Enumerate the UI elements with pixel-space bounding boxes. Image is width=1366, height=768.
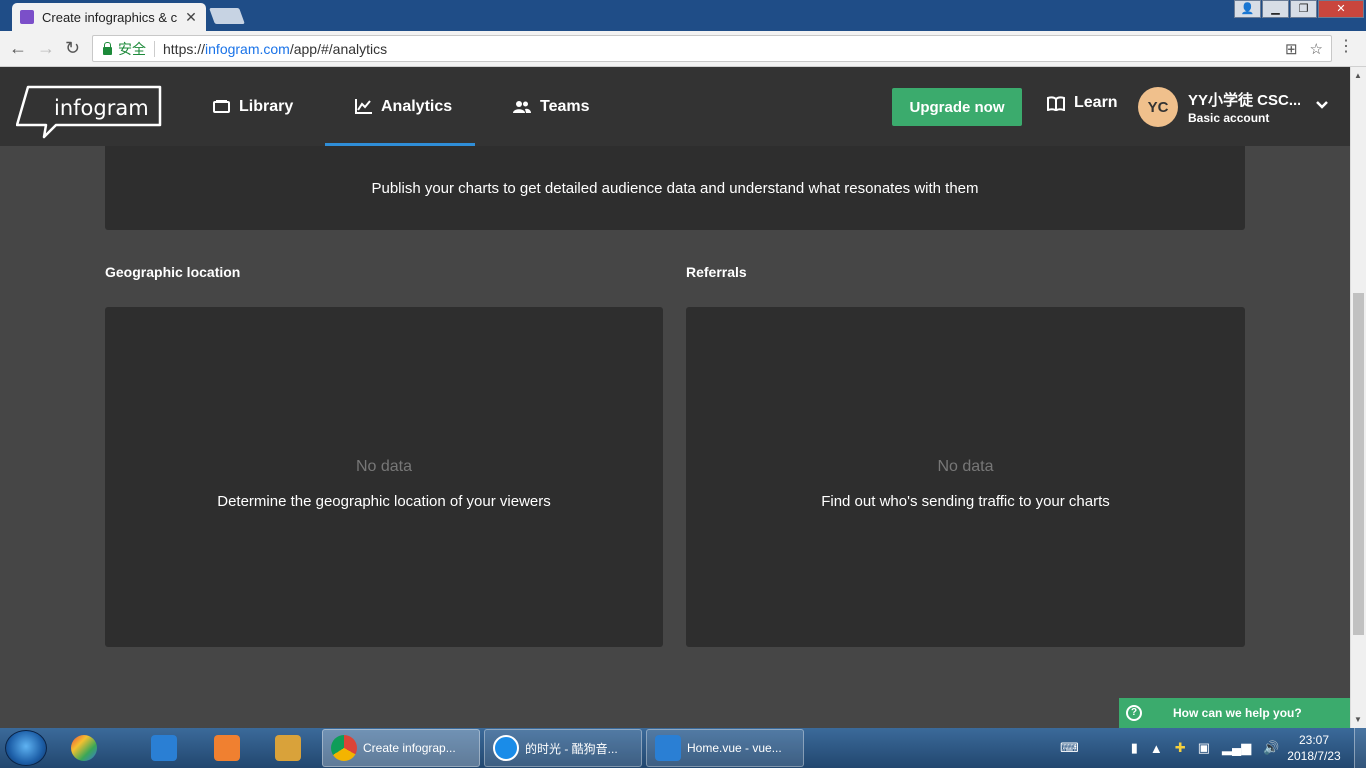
minimize-button[interactable]: ▁ (1262, 0, 1289, 18)
app-tray-icon[interactable]: ✚ (1175, 740, 1186, 756)
task-vscode[interactable]: Home.vue - vue... (646, 729, 804, 767)
network-icon[interactable]: ▂▄▆ (1222, 740, 1251, 756)
kugou-icon (493, 735, 519, 761)
system-clock[interactable]: 23:07 2018/7/23 (1278, 732, 1350, 764)
teams-icon (513, 100, 531, 113)
pinned-app-1[interactable] (62, 732, 106, 764)
avatar[interactable]: YC (1138, 87, 1178, 127)
omnibox-actions: ⊞ ☆ (1285, 40, 1323, 58)
clock-time: 23:07 (1298, 733, 1330, 747)
logo-text: infogram (54, 96, 149, 120)
new-tab-button[interactable] (209, 8, 245, 24)
secure-label: 安全 (118, 40, 146, 57)
forward-arrow-icon[interactable]: → (37, 39, 55, 57)
nav-library-label: Library (239, 97, 294, 115)
nav-analytics-label: Analytics (381, 97, 453, 115)
url-path: /app/#/analytics (289, 40, 388, 57)
library-icon (213, 100, 230, 113)
window-controls: 👤 ▁ ❐ ✕ (1233, 0, 1364, 18)
app-header: infogram Library Analytics Teams Upgrade… (0, 67, 1350, 147)
keyboard-icon[interactable]: ⌨ (1060, 740, 1079, 756)
chrome-icon (331, 735, 357, 761)
translate-icon[interactable]: ⊞ (1285, 40, 1298, 58)
xampp-icon (214, 735, 240, 761)
sublime-icon (275, 735, 301, 761)
windows-taskbar: Create infograp... 的时光 - 酷狗音... Home.vue… (0, 728, 1366, 768)
url-scheme: https:// (163, 40, 206, 57)
referrals-section-title: Referrals (686, 264, 747, 280)
task-chrome[interactable]: Create infograp... (322, 729, 480, 767)
clock-date: 2018/7/23 (1287, 749, 1341, 763)
pinned-app-3[interactable] (205, 732, 249, 764)
back-arrow-icon[interactable]: ← (9, 39, 27, 57)
close-window-button[interactable]: ✕ (1318, 0, 1364, 18)
browser-tab-active[interactable]: Create infographics & c ✕ (12, 3, 206, 31)
audience-panel: No data Publish your charts to get detai… (105, 146, 1245, 230)
geo-no-data: No data (355, 458, 413, 475)
bookmark-star-icon[interactable]: ☆ (1310, 40, 1323, 58)
geo-description: Determine the geographic location of you… (217, 493, 551, 510)
page-scrollbar[interactable]: ▲ ▼ (1350, 67, 1366, 728)
geo-section-title: Geographic location (105, 264, 241, 280)
device-icon[interactable]: ▣ (1198, 740, 1210, 756)
upgrade-now-button[interactable]: Upgrade now (892, 88, 1022, 126)
show-desktop-button[interactable] (1354, 728, 1366, 768)
task-vscode-label: Home.vue - vue... (687, 741, 782, 755)
audience-no-data: No data (105, 146, 1245, 155)
system-tray: ⌨ ▮ ▲ ✚ ▣ ▂▄▆ 🔊 (1060, 728, 1291, 768)
task-chrome-label: Create infograp... (363, 741, 456, 755)
volume-icon[interactable]: 🔊 (1263, 740, 1279, 756)
reload-icon[interactable]: ↻ (65, 39, 80, 57)
infogram-logo[interactable]: infogram (16, 85, 162, 141)
tab-close-icon[interactable]: ✕ (184, 9, 198, 26)
nav-teams[interactable]: Teams (513, 67, 590, 146)
scroll-down-icon[interactable]: ▼ (1354, 715, 1362, 724)
analytics-content: No data Publish your charts to get detai… (0, 146, 1350, 728)
learn-link[interactable]: Learn (1047, 94, 1118, 112)
analytics-icon (355, 99, 372, 114)
scroll-up-icon[interactable]: ▲ (1354, 71, 1362, 80)
chevron-down-icon[interactable] (1315, 100, 1329, 110)
geo-panel: No data Determine the geographic locatio… (105, 307, 663, 647)
book-icon (1047, 95, 1065, 111)
lock-icon (103, 41, 112, 55)
nav-library[interactable]: Library (213, 67, 293, 146)
referrals-no-data: No data (937, 458, 994, 475)
address-bar[interactable]: 安全 https://infogram.com/app/#/analytics … (92, 35, 1332, 62)
help-widget[interactable]: ? How can we help you? (1119, 698, 1350, 728)
task-kugou-label: 的时光 - 酷狗音... (525, 741, 618, 756)
browser-toolbar: ← → ↻ 安全 https://infogram.com/app/#/anal… (0, 31, 1366, 67)
url-host: infogram.com (205, 40, 290, 57)
start-button[interactable] (5, 730, 47, 766)
tray-expand-icon[interactable]: ▲ (1150, 741, 1163, 756)
nav-analytics[interactable]: Analytics (355, 67, 452, 146)
audience-description: Publish your charts to get detailed audi… (371, 180, 979, 197)
learn-label: Learn (1074, 94, 1118, 111)
address-separator (154, 40, 155, 57)
browser-titlebar: Create infographics & c ✕ 👤 ▁ ❐ ✕ (0, 0, 1366, 31)
scroll-thumb[interactable] (1353, 293, 1364, 635)
infogram-favicon-icon (20, 10, 34, 24)
user-name[interactable]: YY小学徒 CSC... (1188, 89, 1300, 110)
question-icon: ? (1126, 705, 1142, 721)
referrals-panel: No data Find out who's sending traffic t… (686, 307, 1245, 647)
pinned-app-2[interactable] (142, 732, 186, 764)
pinned-app-4[interactable] (266, 732, 310, 764)
help-label: How can we help you? (1173, 706, 1302, 720)
user-profile-icon[interactable]: 👤 (1234, 0, 1261, 18)
tab-title: Create infographics & c (42, 9, 178, 25)
referrals-description: Find out who's sending traffic to your c… (821, 493, 1110, 510)
browser-menu-icon[interactable]: ⋮ (1338, 39, 1354, 55)
maximize-button[interactable]: ❐ (1290, 0, 1317, 18)
task-kugou[interactable]: 的时光 - 酷狗音... (484, 729, 642, 767)
url-text: https://infogram.com/app/#/analytics (163, 41, 387, 57)
user-plan: Basic account (1188, 111, 1270, 125)
vscode-icon (655, 735, 681, 761)
nav-teams-label: Teams (540, 97, 590, 115)
vscode-icon (151, 735, 177, 761)
battery-icon[interactable]: ▮ (1131, 740, 1138, 756)
media-center-icon (71, 735, 97, 761)
